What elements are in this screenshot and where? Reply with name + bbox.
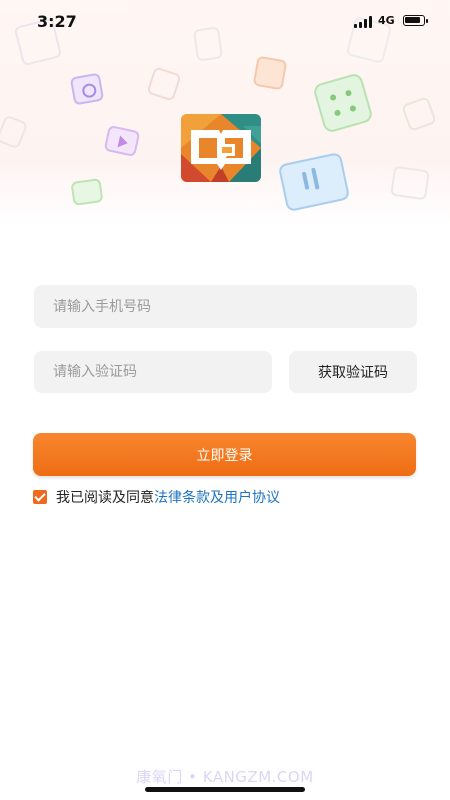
signal-icon bbox=[354, 16, 374, 28]
agreement-checkbox[interactable] bbox=[33, 490, 47, 504]
decor-video-play-icon bbox=[103, 124, 141, 158]
status-bar: 3:27 4G bbox=[0, 0, 450, 44]
app-logo bbox=[181, 114, 261, 182]
decor-checklist-icon bbox=[146, 66, 182, 102]
verification-code-input[interactable] bbox=[34, 351, 272, 393]
decor-record-icon bbox=[69, 72, 105, 106]
phone-input[interactable] bbox=[34, 285, 417, 328]
login-button[interactable]: 立即登录 bbox=[33, 433, 416, 476]
battery-icon bbox=[403, 15, 428, 26]
decor-file-icon bbox=[0, 114, 29, 150]
agreement-text: 我已阅读及同意 bbox=[56, 490, 154, 506]
decor-chat-icon bbox=[70, 178, 104, 206]
status-time: 3:27 bbox=[37, 12, 77, 31]
decor-image-icon bbox=[252, 55, 288, 91]
network-type: 4G bbox=[378, 14, 395, 27]
decor-tag-icon bbox=[401, 96, 437, 132]
get-code-button[interactable]: 获取验证码 bbox=[289, 351, 417, 393]
home-indicator bbox=[145, 787, 305, 792]
book-chat-icon bbox=[181, 114, 261, 182]
decor-stats-card-icon bbox=[277, 151, 351, 213]
watermark: 康氧门 • KANGZM.COM bbox=[136, 768, 314, 786]
agreement-row: 我已阅读及同意 法律条款及用户协议 bbox=[33, 488, 280, 506]
decor-dice-icon bbox=[312, 72, 374, 134]
terms-link[interactable]: 法律条款及用户协议 bbox=[154, 487, 280, 507]
decor-folder-icon bbox=[390, 165, 430, 201]
